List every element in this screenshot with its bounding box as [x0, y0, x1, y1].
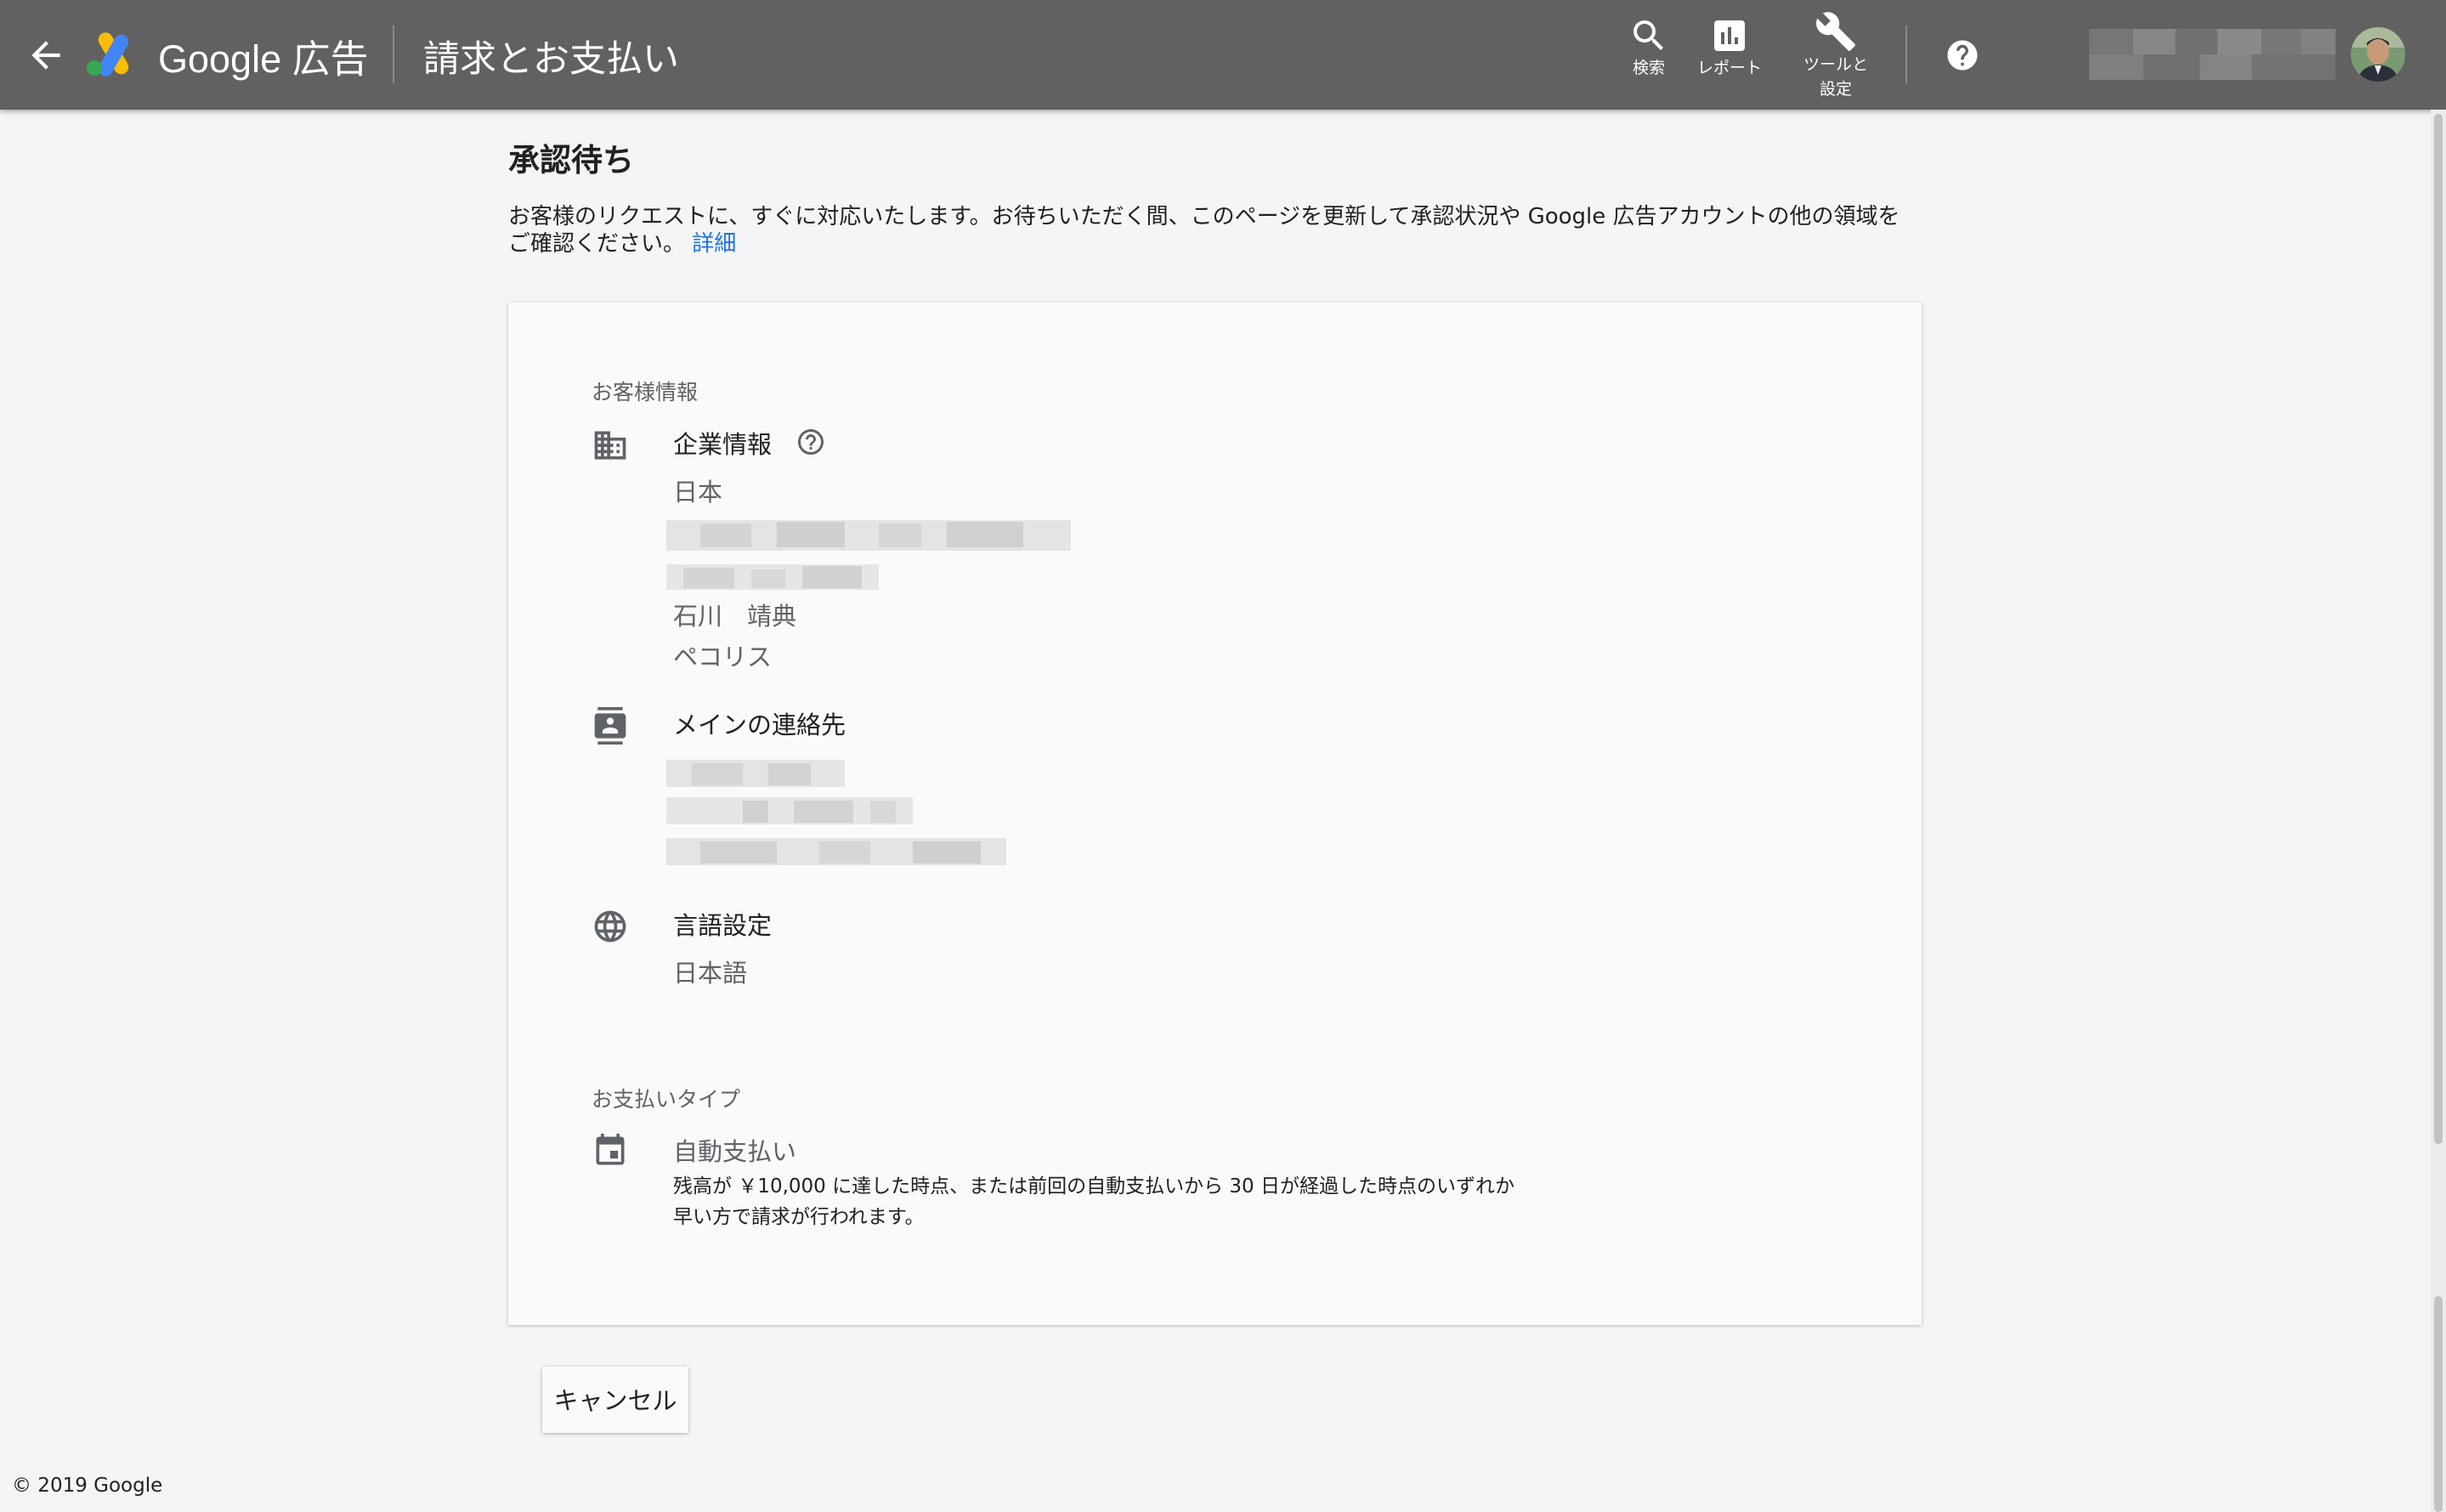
- payment-threshold-note: 残高が ￥10,000 に達した時点、または前回の自動支払いから 30 日が経過…: [673, 1175, 1515, 1228]
- business-company-name: ペコリス: [673, 643, 773, 671]
- google-ads-logo-icon[interactable]: [83, 31, 139, 78]
- billing-info-card: お客様情報 企業情報 日本 石川 靖典 ペコリス メインの連絡先 言語設定 日本…: [508, 303, 1922, 1325]
- payment-type-label: お支払いタイプ: [592, 1087, 741, 1112]
- brand-name[interactable]: Google 広告: [158, 28, 369, 83]
- user-avatar[interactable]: [2351, 27, 2405, 82]
- account-info-blurred[interactable]: [2089, 29, 2336, 80]
- footer-copyright: © 2019 Google: [12, 1475, 163, 1497]
- nav-tools-label: ツールと 設定: [1803, 55, 1868, 99]
- nav-reports[interactable]: レポート: [1687, 15, 1772, 80]
- primary-contact-title: メインの連絡先: [673, 711, 846, 739]
- header-divider-2: [1905, 25, 1907, 83]
- business-contact-name: 石川 靖典: [673, 602, 797, 631]
- business-country: 日本: [673, 478, 723, 507]
- primary-contact-phone-redacted: [666, 833, 1006, 870]
- approval-pending-title: 承認待ち: [508, 142, 634, 178]
- cancel-button[interactable]: キャンセル: [542, 1367, 688, 1433]
- language-value: 日本語: [673, 959, 748, 988]
- customer-info-label: お客様情報: [592, 380, 699, 405]
- nav-search-label: 検索: [1632, 59, 1665, 77]
- business-info-title: 企業情報: [673, 430, 773, 459]
- reports-icon: [1714, 20, 1745, 51]
- business-address-redacted: [666, 515, 1071, 556]
- wrench-icon: [1815, 12, 1855, 51]
- payment-type-value: 自動支払い: [673, 1137, 797, 1166]
- approval-description: お客様のリクエストに、すぐに対応いたします。お待ちいただく間、このページを更新し…: [508, 203, 1919, 258]
- details-link[interactable]: 詳細: [692, 231, 736, 257]
- nav-tools-settings[interactable]: ツールと 設定: [1793, 10, 1878, 102]
- scrollbar-thumb[interactable]: [2434, 114, 2443, 1144]
- nav-search[interactable]: 検索: [1615, 15, 1683, 80]
- primary-contact-email-redacted: [666, 792, 913, 830]
- help-icon[interactable]: [1945, 37, 1980, 73]
- business-info-help-icon[interactable]: [796, 427, 826, 457]
- scrollbar-thumb-lower[interactable]: [2434, 1296, 2443, 1512]
- language-settings-title: 言語設定: [673, 911, 773, 940]
- business-building-icon: [592, 427, 629, 464]
- globe-icon: [592, 908, 629, 945]
- back-arrow-icon[interactable]: [22, 34, 70, 76]
- primary-contact-name-redacted: [666, 755, 845, 792]
- business-address-line2-redacted: [666, 558, 879, 595]
- search-icon: [1633, 20, 1663, 50]
- nav-reports-label: レポート: [1696, 59, 1762, 77]
- page-title: 請求とお支払い: [423, 38, 679, 81]
- calendar-event-icon: [592, 1132, 629, 1169]
- top-app-bar: Google 広告 請求とお支払い 検索 レポート ツールと 設定: [0, 0, 2446, 110]
- header-divider: [393, 25, 394, 83]
- contact-card-icon: [592, 707, 629, 745]
